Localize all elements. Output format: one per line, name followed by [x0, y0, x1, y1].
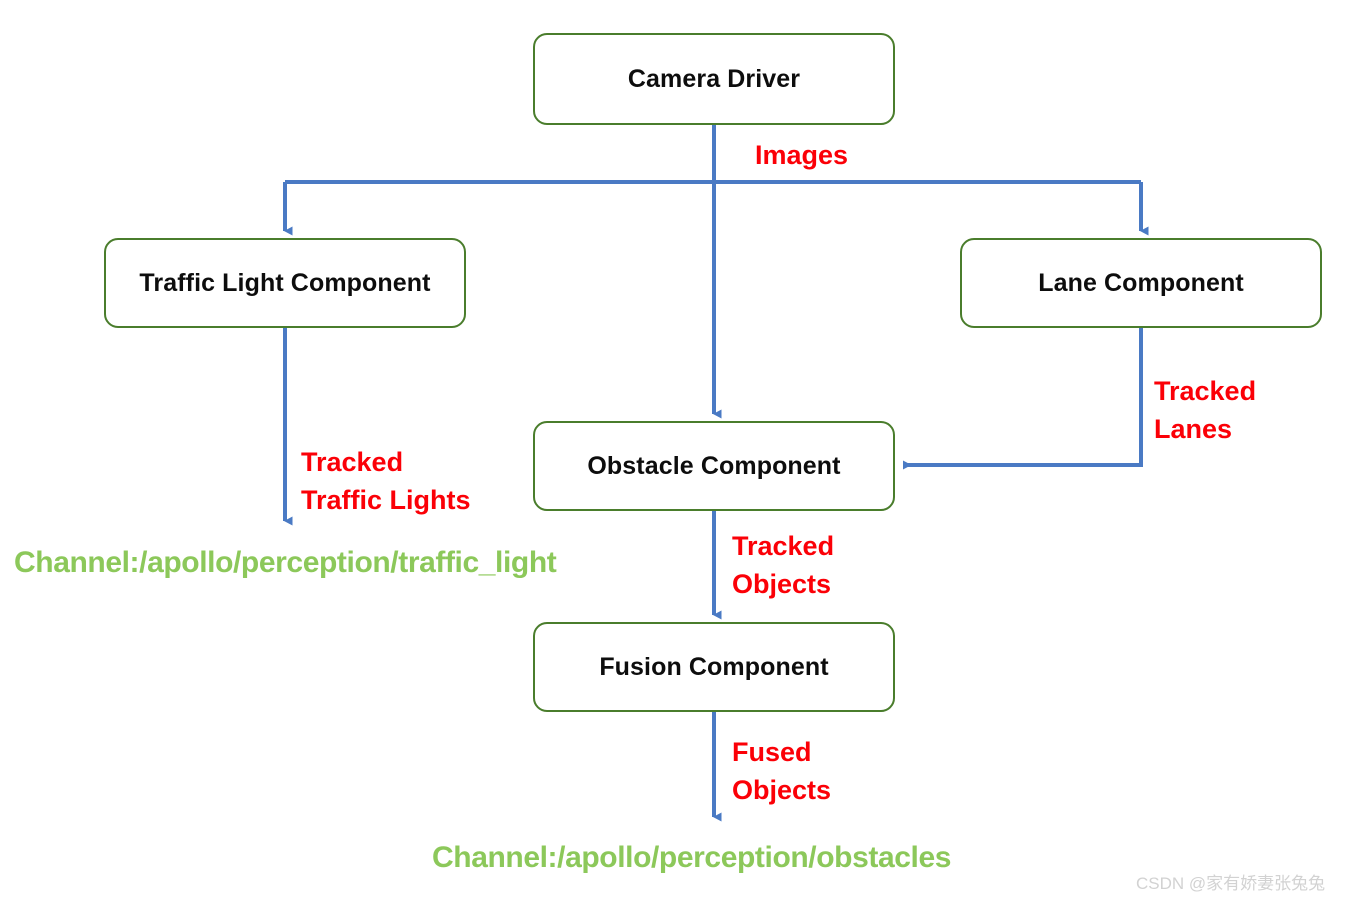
csdn-watermark: CSDN @家有娇妻张兔兔	[1136, 874, 1326, 893]
node-label-traffic-light-component: Traffic Light Component	[139, 268, 431, 297]
node-lane-component[interactable]: Lane Component	[960, 238, 1322, 328]
node-label-camera-driver: Camera Driver	[627, 64, 801, 93]
node-label-fusion-component: Fusion Component	[599, 652, 829, 681]
edge-label-tracked-objects: Tracked Objects	[732, 531, 835, 600]
node-camera-driver[interactable]: Camera Driver	[533, 33, 895, 125]
node-traffic-light-component[interactable]: Traffic Light Component	[104, 238, 466, 328]
edge-label-fused-objects: Fused Objects	[732, 737, 832, 806]
diagram-canvas: Camera Driver Traffic Light Component La…	[0, 0, 1364, 900]
edge-label-tracked-traffic-lights: Tracked Traffic Lights	[301, 447, 471, 516]
node-label-lane-component: Lane Component	[1038, 268, 1244, 297]
node-obstacle-component[interactable]: Obstacle Component	[533, 421, 895, 511]
node-fusion-component[interactable]: Fusion Component	[533, 622, 895, 712]
node-label-obstacle-component: Obstacle Component	[587, 451, 841, 480]
edge-label-tracked-lanes: Tracked Lanes	[1154, 376, 1257, 445]
edge-label-images: Images	[755, 140, 849, 170]
edge-lane-to-obstacle	[903, 328, 1143, 470]
channel-label-traffic-light: Channel:/apollo/perception/traffic_light	[14, 546, 557, 579]
channel-label-obstacles: Channel:/apollo/perception/obstacles	[432, 841, 952, 874]
